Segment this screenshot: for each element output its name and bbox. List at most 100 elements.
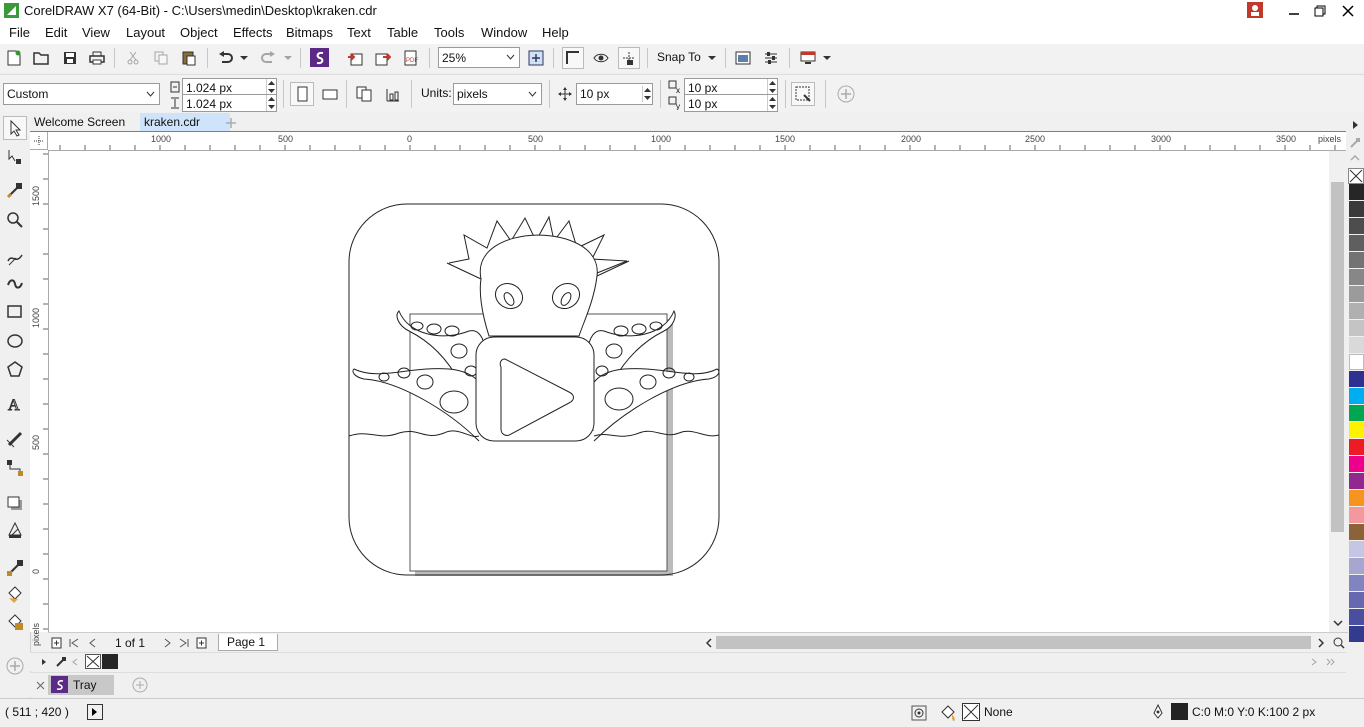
all-pages-icon[interactable] xyxy=(353,84,375,104)
palette-swatch[interactable] xyxy=(1349,371,1364,387)
scroll-down-icon[interactable] xyxy=(1331,616,1344,630)
add-page-after-icon[interactable] xyxy=(195,635,209,651)
color-eyedropper-tool-icon[interactable] xyxy=(4,556,26,580)
status-expand-icon[interactable] xyxy=(87,704,103,720)
duplicate-x-spinner-icon[interactable] xyxy=(767,79,777,95)
menu-layout[interactable]: Layout xyxy=(126,25,165,40)
snap-to-button[interactable]: Snap To xyxy=(657,50,701,64)
menu-effects[interactable]: Effects xyxy=(233,25,273,40)
add-property-icon[interactable] xyxy=(835,83,857,105)
next-page-icon[interactable] xyxy=(161,635,175,651)
polygon-tool-icon[interactable] xyxy=(4,357,26,381)
drop-shadow-tool-icon[interactable] xyxy=(4,492,26,516)
redo-dropdown-icon[interactable] xyxy=(282,49,294,67)
add-tool-icon[interactable] xyxy=(4,655,26,677)
horizontal-scroll-thumb[interactable] xyxy=(716,636,1311,649)
palette-swatch[interactable] xyxy=(1349,354,1364,370)
duplicate-y-input[interactable]: 10 px xyxy=(684,94,778,112)
page-height-input[interactable]: 1.024 px xyxy=(182,94,277,112)
zoom-level-select[interactable]: 25% xyxy=(438,47,520,68)
width-spinner-icon[interactable] xyxy=(266,79,276,95)
palette-swatch[interactable] xyxy=(1349,609,1364,625)
scroll-right-icon[interactable] xyxy=(1314,635,1328,651)
save-icon[interactable] xyxy=(61,49,79,67)
application-launcher-icon[interactable] xyxy=(799,49,817,67)
menu-file[interactable]: File xyxy=(9,25,30,40)
document-palette-more-icon[interactable] xyxy=(1324,655,1338,669)
ruler-origin-icon[interactable] xyxy=(30,132,48,150)
open-icon[interactable] xyxy=(32,49,50,67)
cut-icon[interactable] xyxy=(124,49,142,67)
menu-text[interactable]: Text xyxy=(347,25,371,40)
parallel-dimension-tool-icon[interactable] xyxy=(4,427,26,451)
navigator-zoom-icon[interactable] xyxy=(1331,635,1347,651)
add-tab-icon[interactable] xyxy=(222,113,240,132)
palette-swatch[interactable] xyxy=(1349,184,1364,200)
units-select[interactable]: pixels xyxy=(453,83,542,105)
snap-to-dropdown-icon[interactable] xyxy=(706,49,718,67)
add-tray-icon[interactable] xyxy=(130,676,150,694)
print-icon[interactable] xyxy=(88,49,106,67)
palette-swatch[interactable] xyxy=(1349,201,1364,217)
portrait-button[interactable] xyxy=(290,82,314,106)
palette-swatch[interactable] xyxy=(1349,303,1364,319)
menu-view[interactable]: View xyxy=(82,25,110,40)
palette-swatch[interactable] xyxy=(1349,388,1364,404)
launcher-dropdown-icon[interactable] xyxy=(821,49,833,67)
connector-tool-icon[interactable] xyxy=(4,456,26,480)
palette-scroll-up-icon[interactable] xyxy=(1348,152,1362,164)
document-palette-eyedropper-icon[interactable] xyxy=(53,654,69,670)
new-document-icon[interactable] xyxy=(5,49,23,67)
copy-icon[interactable] xyxy=(152,49,170,67)
close-icon[interactable] xyxy=(1336,0,1360,22)
menu-edit[interactable]: Edit xyxy=(45,25,67,40)
scroll-left-icon[interactable] xyxy=(702,635,716,651)
palette-swatch[interactable] xyxy=(1349,320,1364,336)
palette-swatch[interactable] xyxy=(1349,592,1364,608)
freehand-tool-icon[interactable] xyxy=(4,246,26,270)
palette-swatch[interactable] xyxy=(1349,473,1364,489)
palette-swatch[interactable] xyxy=(1349,337,1364,353)
palette-swatch[interactable] xyxy=(1349,558,1364,574)
page-tab-page-1[interactable]: Page 1 xyxy=(218,634,278,651)
menu-bitmaps[interactable]: Bitmaps xyxy=(286,25,333,40)
page-size-preset-select[interactable]: Custom xyxy=(3,83,160,105)
undo-icon[interactable] xyxy=(217,49,235,67)
palette-swatch[interactable] xyxy=(1349,524,1364,540)
interactive-fill-tool-icon[interactable] xyxy=(4,582,26,606)
palette-swatch[interactable] xyxy=(1349,490,1364,506)
drawing-canvas[interactable] xyxy=(49,151,1329,632)
palette-swatch[interactable] xyxy=(1349,626,1364,642)
no-color-swatch-icon[interactable] xyxy=(1348,168,1364,184)
restore-icon[interactable] xyxy=(1308,0,1332,22)
tray-tab[interactable]: Tray xyxy=(48,675,114,695)
menu-table[interactable]: Table xyxy=(387,25,418,40)
transparency-tool-icon[interactable] xyxy=(4,518,26,542)
menu-object[interactable]: Object xyxy=(180,25,218,40)
ellipse-tool-icon[interactable] xyxy=(4,329,26,353)
shape-tool-icon[interactable] xyxy=(4,144,26,168)
palette-swatch[interactable] xyxy=(1349,235,1364,251)
import-icon[interactable] xyxy=(346,49,364,67)
color-proofing-icon[interactable] xyxy=(910,704,928,722)
artistic-media-tool-icon[interactable] xyxy=(4,272,26,296)
options-icon[interactable] xyxy=(762,49,780,67)
user-avatar-icon[interactable] xyxy=(1247,2,1263,18)
palette-expand-icon[interactable] xyxy=(1350,118,1362,132)
palette-swatch[interactable] xyxy=(1349,218,1364,234)
tray-close-icon[interactable] xyxy=(33,677,47,693)
document-palette-scroll-right-icon[interactable] xyxy=(1308,655,1320,669)
menu-window[interactable]: Window xyxy=(481,25,527,40)
palette-swatch[interactable] xyxy=(1349,252,1364,268)
landscape-icon[interactable] xyxy=(319,84,341,104)
palette-swatch[interactable] xyxy=(1349,541,1364,557)
export-icon[interactable] xyxy=(374,49,392,67)
palette-swatch[interactable] xyxy=(1349,575,1364,591)
text-tool-icon[interactable]: A xyxy=(4,392,26,416)
document-no-color-swatch-icon[interactable] xyxy=(85,654,101,669)
zoom-to-page-icon[interactable] xyxy=(527,49,545,67)
nudge-spinner-icon[interactable] xyxy=(642,86,652,102)
minimize-icon[interactable] xyxy=(1282,0,1306,22)
menu-tools[interactable]: Tools xyxy=(434,25,464,40)
fill-bucket-icon[interactable] xyxy=(938,703,958,723)
